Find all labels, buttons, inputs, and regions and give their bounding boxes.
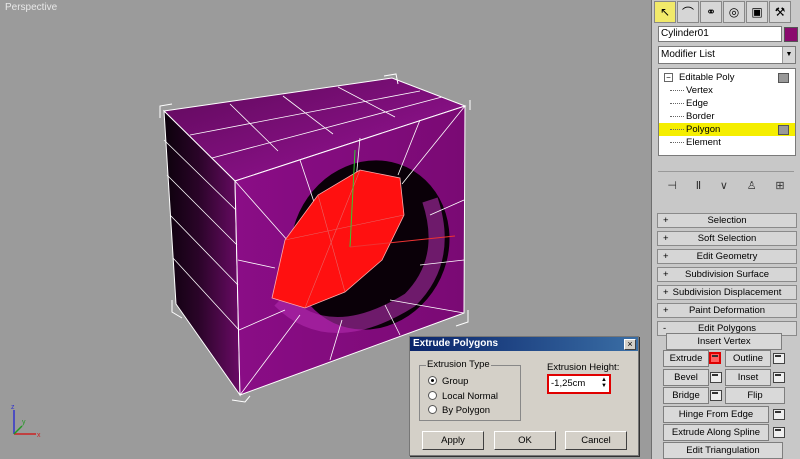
close-button[interactable]: × — [624, 339, 636, 350]
stack-item-editable-poly[interactable]: − Editable Poly — [659, 71, 795, 84]
extrusion-height-spinner[interactable]: -1,25cm ▲ ▼ — [547, 374, 611, 394]
bevel-button[interactable]: Bevel — [663, 369, 709, 386]
axis-tripod-icon: z x y — [11, 404, 41, 439]
radio-dot-icon — [428, 391, 437, 400]
display-tab-display-monitor-icon[interactable]: ▣ — [746, 1, 768, 23]
insert-vertex-button[interactable]: Insert Vertex — [666, 333, 782, 350]
extrusion-height-value[interactable]: -1,25cm — [551, 377, 585, 390]
viewport-label[interactable]: Perspective — [5, 2, 57, 13]
inset-settings-button[interactable] — [773, 372, 785, 383]
stack-item-polygon[interactable]: Polygon — [659, 123, 795, 136]
hierarchy-tab-hierarchy-icon[interactable]: ⚭ — [700, 1, 722, 23]
object-name-input[interactable]: Cylinder01 — [658, 26, 782, 42]
svg-text:x: x — [37, 432, 41, 439]
chevron-down-icon[interactable]: ▼ — [782, 47, 795, 63]
flip-button[interactable]: Flip — [725, 387, 785, 404]
extrusion-type-group: Extrusion Type Group Local Normal By Pol… — [419, 359, 521, 421]
apply-button[interactable]: Apply — [422, 431, 484, 450]
extrude-polygons-dialog[interactable]: Extrude Polygons × Extrusion Type Group … — [409, 336, 639, 456]
rollouts: + Selection + Soft Selection + Edit Geometr… — [657, 213, 797, 339]
configure-sets-icon[interactable]: ⊞ — [775, 179, 784, 192]
extrude-settings-button[interactable] — [709, 352, 721, 364]
perspective-viewport[interactable]: Perspective z x y Extrude Polygons × Ext… — [0, 0, 652, 459]
stack-toggle-icon[interactable] — [778, 73, 789, 83]
rollout-subdivision-displacement[interactable]: + Subdivision Displacement — [657, 285, 797, 300]
rollout-subdivision-surface[interactable]: + Subdivision Surface — [657, 267, 797, 282]
spinner-arrows-icon[interactable]: ▲ ▼ — [600, 377, 608, 389]
edit-triangulation-button[interactable]: Edit Triangulation — [663, 442, 783, 459]
svg-text:y: y — [22, 419, 26, 426]
bevel-settings-button[interactable] — [710, 372, 722, 383]
radio-dot-icon — [428, 376, 437, 385]
command-panel: ↖ ⌒ ⚭ ◎ ▣ ⚒ Cylinder01 Modifier List ▼ −… — [652, 0, 800, 459]
utilities-tab-utilities-hammer-icon[interactable]: ⚒ — [769, 1, 791, 23]
radio-group[interactable]: Group — [428, 376, 468, 388]
extrude-button[interactable]: Extrude — [663, 350, 709, 367]
modify-tab-modify-curve-icon[interactable]: ⌒ — [677, 1, 699, 23]
outline-settings-button[interactable] — [773, 353, 785, 364]
rollout-selection[interactable]: + Selection — [657, 213, 797, 228]
svg-text:z: z — [11, 404, 15, 411]
modifier-list-dropdown[interactable]: Modifier List ▼ — [658, 46, 796, 64]
object-color-swatch[interactable] — [784, 27, 798, 42]
create-tab-cursor-arrow-icon[interactable]: ↖ — [654, 1, 676, 23]
inset-button[interactable]: Inset — [725, 369, 771, 386]
stack-item-border[interactable]: Border — [659, 110, 795, 123]
stack-item-vertex[interactable]: Vertex — [659, 84, 795, 97]
motion-tab-motion-icon[interactable]: ◎ — [723, 1, 745, 23]
show-end-result-icon[interactable]: Ⅱ — [696, 179, 701, 192]
ok-button[interactable]: OK — [494, 431, 556, 450]
extrusion-height-label: Extrusion Height: — [547, 362, 620, 373]
extrude-spline-settings-button[interactable] — [773, 427, 785, 438]
group-title: Extrusion Type — [426, 359, 491, 370]
stack-tools: ⊣ Ⅱ ∨ ♙ ⊞ — [658, 176, 794, 194]
rollout-edit-geometry[interactable]: + Edit Geometry — [657, 249, 797, 264]
remove-modifier-icon[interactable]: ♙ — [747, 179, 757, 192]
extrude-along-spline-button[interactable]: Extrude Along Spline — [663, 424, 769, 441]
radio-dot-icon — [428, 405, 437, 414]
hinge-from-edge-button[interactable]: Hinge From Edge — [663, 406, 769, 423]
rollout-soft-selection[interactable]: + Soft Selection — [657, 231, 797, 246]
command-panel-tabs: ↖ ⌒ ⚭ ◎ ▣ ⚒ — [654, 1, 798, 23]
stack-toggle-icon[interactable] — [778, 125, 789, 135]
radio-by-polygon[interactable]: By Polygon — [428, 405, 490, 417]
bridge-button[interactable]: Bridge — [663, 387, 709, 404]
collapse-icon[interactable]: − — [664, 73, 673, 82]
bridge-settings-button[interactable] — [710, 390, 722, 401]
stack-item-element[interactable]: Element — [659, 136, 795, 149]
cancel-button[interactable]: Cancel — [565, 431, 627, 450]
rollout-paint-deformation[interactable]: + Paint Deformation — [657, 303, 797, 318]
modifier-stack[interactable]: − Editable Poly Vertex Edge Border Polyg… — [658, 68, 796, 156]
radio-local-normal[interactable]: Local Normal — [428, 391, 498, 403]
hinge-settings-button[interactable] — [773, 409, 785, 420]
outline-button[interactable]: Outline — [725, 350, 771, 367]
make-unique-icon[interactable]: ∨ — [720, 179, 728, 192]
stack-item-edge[interactable]: Edge — [659, 97, 795, 110]
modifier-list-label: Modifier List — [661, 49, 715, 60]
pin-stack-icon[interactable]: ⊣ — [667, 179, 677, 192]
dialog-title[interactable]: Extrude Polygons — [410, 337, 638, 351]
